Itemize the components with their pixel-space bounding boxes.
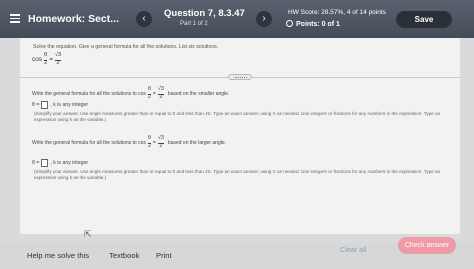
equation-rhs: √3 2 xyxy=(54,52,62,67)
part2-theta-frac: θ2 xyxy=(147,135,151,150)
part2-answer-row: θ = , k is any integer xyxy=(32,159,88,167)
textbook-link[interactable]: Textbook xyxy=(109,251,139,260)
resize-handle[interactable] xyxy=(228,74,252,80)
part2-k-text: , k is any integer xyxy=(50,160,89,166)
part2-theta-label: θ = xyxy=(32,160,40,166)
part1-rhs-frac: √3 2 xyxy=(157,86,164,101)
print-link[interactable]: Print xyxy=(156,251,172,260)
question-panel: Solve the equation. Give a general formu… xyxy=(20,38,460,234)
points-text: Points: 0 of 1 xyxy=(296,21,340,28)
frac-num: √3 xyxy=(54,52,62,58)
part1-prompt: Write the general formula for all the so… xyxy=(32,86,230,101)
mouse-cursor-icon: ⇱ xyxy=(84,229,92,239)
equation: cos θ2 = √3 2 xyxy=(32,52,63,67)
frac-num: θ xyxy=(44,52,48,58)
part2-hint: (Simplify your answer. Use angle measure… xyxy=(34,169,441,180)
question-part: Part 1 of 2 xyxy=(180,21,208,27)
part2-prompt-suffix: based on the larger angle. xyxy=(167,139,227,146)
save-button[interactable]: Save xyxy=(396,11,452,28)
part2-equals: = xyxy=(152,139,156,146)
check-answer-button[interactable]: Check answer xyxy=(398,237,456,254)
equation-equals: = xyxy=(49,56,53,64)
hw-score: HW Score: 28.57%, 4 of 14 points xyxy=(288,9,386,16)
part1-equals: = xyxy=(152,90,156,97)
frac-den: 2 xyxy=(56,60,60,67)
previous-question-button[interactable]: ‹ xyxy=(136,11,152,27)
help-me-solve-button[interactable]: Help me solve this xyxy=(27,251,89,260)
part1-answer-input[interactable] xyxy=(41,101,49,109)
part1-prompt-text: Write the general formula for all the so… xyxy=(32,90,146,97)
equation-theta-over-two: θ2 xyxy=(44,52,48,67)
frac-den: 2 xyxy=(44,60,48,67)
part1-theta-frac: θ2 xyxy=(147,86,151,101)
clear-all-button[interactable]: Clear all xyxy=(340,245,366,254)
part2-prompt: Write the general formula for all the so… xyxy=(32,135,227,150)
problem-instruction: Solve the equation. Give a general formu… xyxy=(33,44,219,50)
points-status: Points: 0 of 1 xyxy=(286,20,340,28)
part1-prompt-suffix: based on the smaller angle. xyxy=(167,90,230,97)
equation-cos: cos xyxy=(32,56,43,64)
progress-ring-icon xyxy=(286,20,293,27)
top-bar: Homework: Sect... ‹ Question 7, 8.3.47 P… xyxy=(0,0,474,38)
next-question-button[interactable]: › xyxy=(256,11,272,27)
part1-theta-label: θ = xyxy=(32,102,40,108)
part2-prompt-text: Write the general formula for all the so… xyxy=(32,139,146,146)
part1-k-text: , k is any integer xyxy=(50,102,89,108)
part2-rhs-frac: √3 2 xyxy=(157,135,164,150)
homework-title[interactable]: Homework: Sect... xyxy=(28,13,119,25)
menu-icon[interactable] xyxy=(10,14,20,23)
part1-answer-row: θ = , k is any integer xyxy=(32,101,88,109)
part1-hint: (Simplify your answer. Use angle measure… xyxy=(34,111,441,122)
question-title: Question 7, 8.3.47 xyxy=(164,8,245,19)
part2-answer-input[interactable] xyxy=(41,159,49,167)
